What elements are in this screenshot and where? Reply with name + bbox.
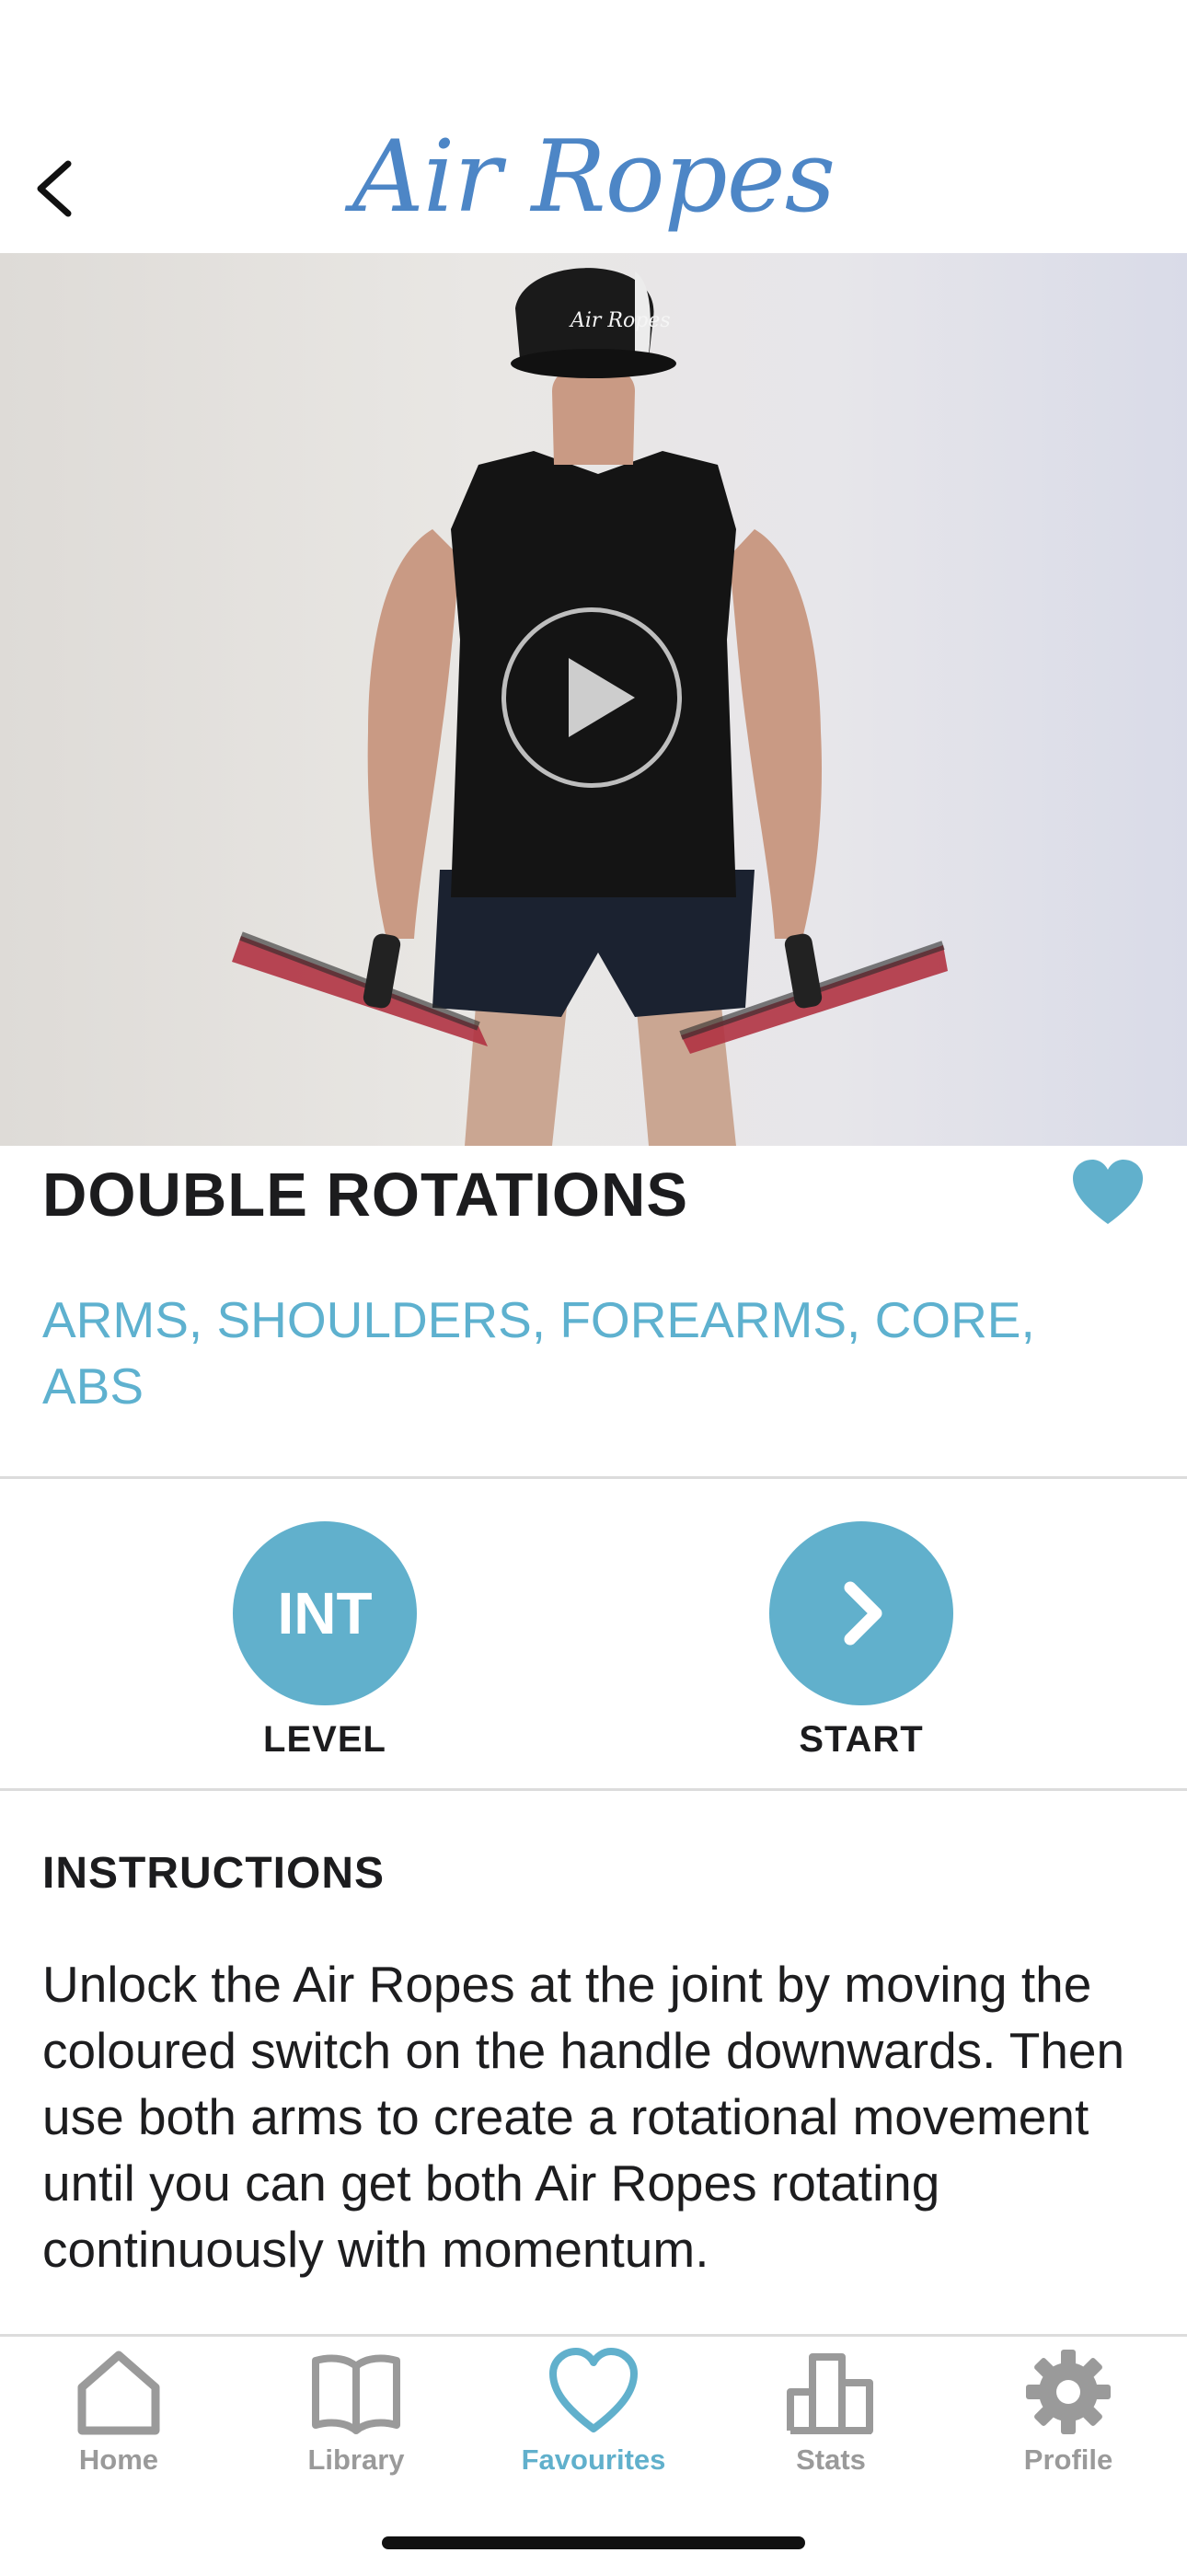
start-label: START <box>799 1719 924 1760</box>
gear-icon <box>1026 2350 1111 2434</box>
tab-profile[interactable]: Profile <box>950 2346 1187 2484</box>
divider <box>0 1788 1187 1791</box>
divider <box>0 1476 1187 1479</box>
level-label: LEVEL <box>263 1719 386 1760</box>
bar-chart-icon <box>787 2353 873 2434</box>
tab-label: Library <box>307 2443 405 2476</box>
tab-label: Favourites <box>521 2443 666 2476</box>
tab-library[interactable]: Library <box>237 2346 475 2484</box>
instructions-text: Unlock the Air Ropes at the joint by mov… <box>42 1956 1125 2278</box>
heart-icon <box>1073 1160 1143 1224</box>
book-icon <box>312 2354 400 2434</box>
play-icon <box>569 658 635 737</box>
tab-label: Profile <box>1023 2443 1113 2476</box>
chevron-right-icon <box>844 1581 882 1646</box>
app-logo: Air Ropes <box>351 120 836 235</box>
level-badge: INT <box>233 1521 417 1705</box>
exercise-video[interactable]: Air Ropes <box>0 253 1187 1146</box>
level-value: INT <box>277 1580 373 1646</box>
tab-stats[interactable]: Stats <box>712 2346 950 2484</box>
tab-label: Home <box>78 2443 159 2476</box>
tab-home[interactable]: Home <box>0 2346 237 2484</box>
tab-label: Stats <box>796 2443 866 2476</box>
play-button[interactable] <box>501 607 682 788</box>
exercise-title: DOUBLE ROTATIONS <box>42 1161 689 1230</box>
start-button[interactable] <box>769 1521 953 1705</box>
house-icon <box>77 2351 160 2435</box>
instructions-heading: INSTRUCTIONS <box>42 1849 385 1898</box>
favourite-button[interactable] <box>1071 1158 1145 1227</box>
tab-favourites[interactable]: Favourites <box>475 2346 712 2484</box>
heart-icon <box>549 2348 638 2432</box>
cap-logo-text: Air Ropes <box>569 309 671 332</box>
muscle-groups: ARMS, SHOULDERS, FOREARMS, CORE, ABS <box>42 1291 1035 1415</box>
home-indicator <box>382 2536 805 2549</box>
